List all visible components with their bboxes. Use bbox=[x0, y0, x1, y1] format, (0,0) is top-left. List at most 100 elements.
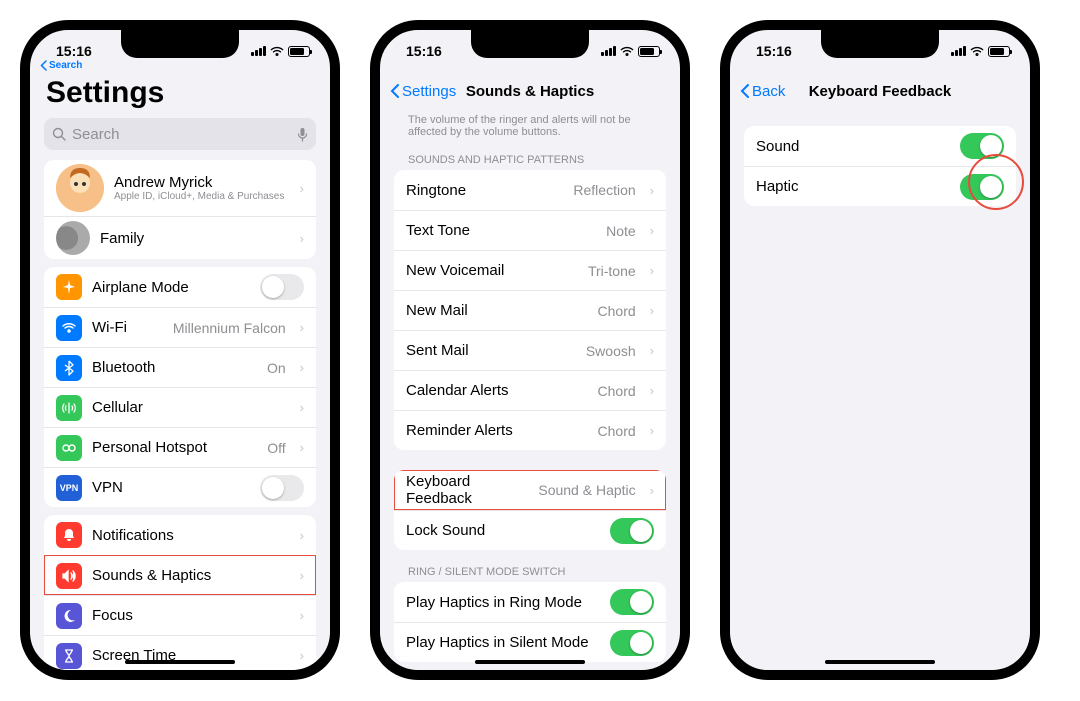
bluetooth-row[interactable]: Bluetooth On › bbox=[44, 347, 316, 387]
moon-icon bbox=[56, 603, 82, 629]
battery-icon bbox=[638, 46, 660, 57]
signal-icon bbox=[251, 46, 266, 56]
haptic-row[interactable]: Haptic bbox=[744, 166, 1016, 206]
phone-keyboard-feedback: 15:16 Back Keyboard Feedback Sound Ha bbox=[720, 20, 1040, 680]
account-group: Andrew Myrick Apple ID, iCloud+, Media &… bbox=[44, 160, 316, 259]
vpn-row[interactable]: VPN VPN bbox=[44, 467, 316, 507]
hourglass-icon bbox=[56, 643, 82, 669]
mic-icon[interactable] bbox=[297, 127, 308, 142]
notif-group: Notifications › Sounds & Haptics › Focus… bbox=[44, 515, 316, 670]
lock-sound-toggle[interactable] bbox=[610, 518, 654, 544]
chevron-right-icon: › bbox=[300, 400, 304, 415]
newmail-row[interactable]: New MailChord› bbox=[394, 290, 666, 330]
ringtone-row[interactable]: RingtoneReflection› bbox=[394, 170, 666, 210]
home-indicator[interactable] bbox=[125, 660, 235, 664]
back-button[interactable]: Back bbox=[740, 83, 785, 100]
haptics-ring-toggle[interactable] bbox=[610, 589, 654, 615]
patterns-group: RingtoneReflection› Text ToneNote› New V… bbox=[394, 170, 666, 450]
haptics-ring-row[interactable]: Play Haptics in Ring Mode bbox=[394, 582, 666, 622]
cellular-icon bbox=[56, 395, 82, 421]
family-avatars-icon bbox=[56, 221, 90, 255]
screentime-row[interactable]: Screen Time › bbox=[44, 635, 316, 670]
sounds-haptics-row[interactable]: Sounds & Haptics › bbox=[44, 555, 316, 595]
vpn-icon: VPN bbox=[56, 475, 82, 501]
battery-icon bbox=[988, 46, 1010, 57]
back-button[interactable]: Settings bbox=[390, 83, 456, 100]
sound-toggle[interactable] bbox=[960, 133, 1004, 159]
calendar-row[interactable]: Calendar AlertsChord› bbox=[394, 370, 666, 410]
chevron-right-icon: › bbox=[300, 648, 304, 663]
bluetooth-icon bbox=[56, 355, 82, 381]
kb-feedback-group: Sound Haptic bbox=[744, 126, 1016, 206]
phone-settings: 15:16 Search Settings Search bbox=[20, 20, 340, 680]
nav-title: Sounds & Haptics bbox=[466, 83, 594, 100]
chevron-right-icon: › bbox=[300, 320, 304, 335]
airplane-row[interactable]: Airplane Mode bbox=[44, 267, 316, 307]
nav-bar: Settings Sounds & Haptics bbox=[380, 72, 680, 110]
search-icon bbox=[52, 127, 66, 141]
breadcrumb[interactable]: Search bbox=[40, 60, 82, 71]
sound-row[interactable]: Sound bbox=[744, 126, 1016, 166]
page-title: Settings bbox=[30, 72, 330, 118]
wifi-row[interactable]: Wi-Fi Millennium Falcon › bbox=[44, 307, 316, 347]
airplane-icon bbox=[56, 274, 82, 300]
search-input[interactable]: Search bbox=[44, 118, 316, 150]
wifi-icon bbox=[56, 315, 82, 341]
family-row[interactable]: Family › bbox=[44, 216, 316, 259]
airplane-toggle[interactable] bbox=[260, 274, 304, 300]
haptics-silent-toggle[interactable] bbox=[610, 630, 654, 656]
wifi-icon bbox=[270, 44, 284, 58]
chevron-right-icon: › bbox=[300, 440, 304, 455]
notifications-row[interactable]: Notifications › bbox=[44, 515, 316, 555]
haptics-silent-row[interactable]: Play Haptics in Silent Mode bbox=[394, 622, 666, 662]
status-time: 15:16 bbox=[406, 43, 442, 59]
reminder-row[interactable]: Reminder AlertsChord› bbox=[394, 410, 666, 450]
bell-icon bbox=[56, 522, 82, 548]
notch bbox=[121, 30, 239, 58]
cellular-row[interactable]: Cellular › bbox=[44, 387, 316, 427]
account-sub: Apple ID, iCloud+, Media & Purchases bbox=[114, 191, 286, 202]
volume-footer: The volume of the ringer and alerts will… bbox=[380, 110, 680, 146]
wifi-icon bbox=[620, 44, 634, 58]
apple-id-row[interactable]: Andrew Myrick Apple ID, iCloud+, Media &… bbox=[44, 160, 316, 216]
phone-sounds-haptics: 15:16 Settings Sounds & Haptics The volu… bbox=[370, 20, 690, 680]
notch bbox=[471, 30, 589, 58]
search-placeholder: Search bbox=[72, 126, 120, 143]
connectivity-group: Airplane Mode Wi-Fi Millennium Falcon › … bbox=[44, 267, 316, 507]
nav-bar: Back Keyboard Feedback bbox=[730, 72, 1030, 110]
texttone-row[interactable]: Text ToneNote› bbox=[394, 210, 666, 250]
chevron-right-icon: › bbox=[300, 568, 304, 583]
chevron-right-icon: › bbox=[300, 181, 304, 196]
status-time: 15:16 bbox=[56, 43, 92, 59]
voicemail-row[interactable]: New VoicemailTri-tone› bbox=[394, 250, 666, 290]
chevron-right-icon: › bbox=[300, 528, 304, 543]
hotspot-row[interactable]: Personal Hotspot Off › bbox=[44, 427, 316, 467]
battery-icon bbox=[288, 46, 310, 57]
chevron-right-icon: › bbox=[300, 360, 304, 375]
haptic-toggle[interactable] bbox=[960, 174, 1004, 200]
signal-icon bbox=[951, 46, 966, 56]
nav-title: Keyboard Feedback bbox=[809, 83, 952, 100]
home-indicator[interactable] bbox=[475, 660, 585, 664]
lock-sound-row[interactable]: Lock Sound bbox=[394, 510, 666, 550]
focus-row[interactable]: Focus › bbox=[44, 595, 316, 635]
sentmail-row[interactable]: Sent MailSwoosh› bbox=[394, 330, 666, 370]
account-name: Andrew Myrick bbox=[114, 174, 286, 191]
status-time: 15:16 bbox=[756, 43, 792, 59]
avatar bbox=[56, 164, 104, 212]
hotspot-icon bbox=[56, 435, 82, 461]
vpn-toggle[interactable] bbox=[260, 475, 304, 501]
switch-group: Play Haptics in Ring Mode Play Haptics i… bbox=[394, 582, 666, 662]
switch-header: RING / SILENT MODE SWITCH bbox=[380, 558, 680, 582]
bell-icon bbox=[408, 668, 428, 670]
keyboard-feedback-row[interactable]: Keyboard FeedbackSound & Haptic› bbox=[394, 470, 666, 510]
speaker-icon bbox=[56, 563, 82, 589]
notch bbox=[821, 30, 939, 58]
chevron-right-icon: › bbox=[300, 608, 304, 623]
feedback-group: Keyboard FeedbackSound & Haptic› Lock So… bbox=[394, 470, 666, 550]
chevron-right-icon: › bbox=[300, 231, 304, 246]
wifi-icon bbox=[970, 44, 984, 58]
patterns-header: SOUNDS AND HAPTIC PATTERNS bbox=[380, 146, 680, 170]
home-indicator[interactable] bbox=[825, 660, 935, 664]
signal-icon bbox=[601, 46, 616, 56]
